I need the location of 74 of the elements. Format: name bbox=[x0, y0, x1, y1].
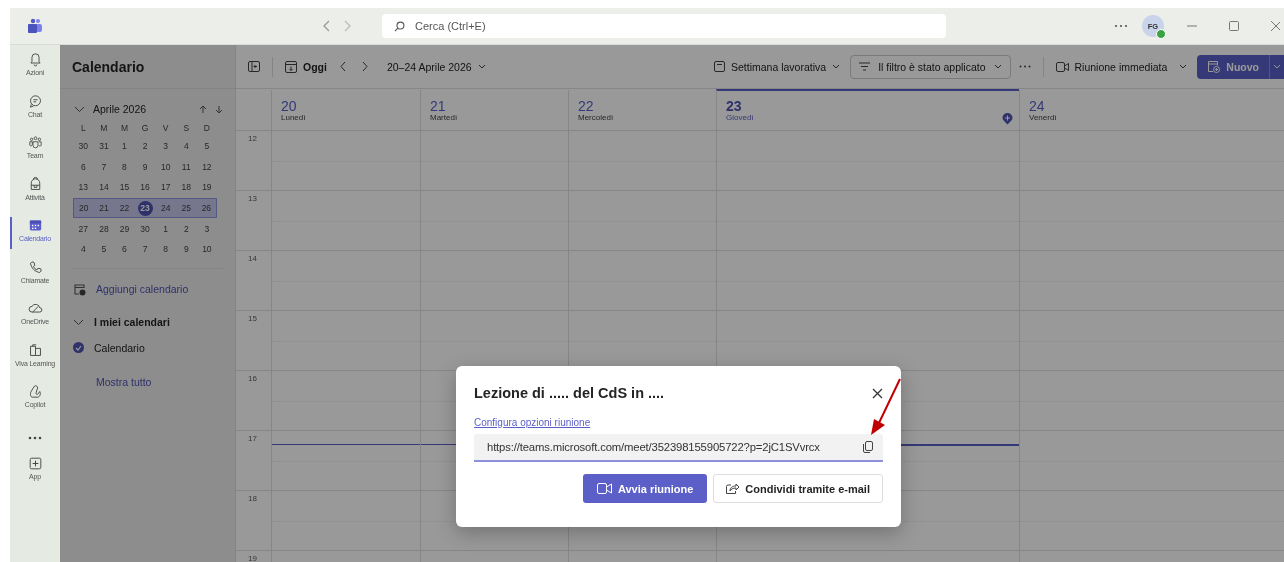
weekday-label: L bbox=[79, 122, 87, 135]
date-cell[interactable]: 3 bbox=[163, 141, 169, 152]
date-cell[interactable]: 28 bbox=[99, 223, 109, 234]
date-cell[interactable]: 1 bbox=[122, 141, 127, 152]
date-cell[interactable]: 7 bbox=[142, 244, 148, 255]
hour-label: 14 bbox=[236, 251, 271, 311]
filter-dropdown[interactable]: Il filtro è stato applicato bbox=[850, 54, 1011, 79]
weekday-label: V bbox=[161, 122, 170, 135]
date-cell[interactable]: 7 bbox=[101, 161, 107, 172]
date-cell[interactable]: 9 bbox=[183, 244, 189, 255]
hour-label: 18 bbox=[236, 491, 271, 551]
date-cell[interactable]: 4 bbox=[80, 244, 86, 255]
date-cell[interactable]: 10 bbox=[160, 161, 171, 172]
my-calendars-header[interactable]: I miei calendari bbox=[60, 301, 235, 334]
hour-label: 12 bbox=[236, 131, 271, 191]
date-cell[interactable]: 2 bbox=[183, 223, 189, 234]
date-range-dropdown[interactable]: 20–24 Aprile 2026 bbox=[386, 60, 486, 73]
sidebar-title: Calendario bbox=[60, 45, 235, 89]
date-cell[interactable]: 30 bbox=[140, 223, 150, 234]
date-cell[interactable]: 10 bbox=[202, 244, 212, 255]
weekday-label: M bbox=[99, 122, 109, 135]
date-cell[interactable]: 2 bbox=[142, 141, 148, 152]
weekday-label: D bbox=[202, 122, 211, 135]
show-all-link[interactable]: Mostra tutto bbox=[96, 375, 152, 388]
hour-label: 17 bbox=[236, 431, 271, 491]
date-cell[interactable]: 16 bbox=[140, 182, 150, 193]
date-cell[interactable]: 6 bbox=[80, 161, 86, 172]
date-cell[interactable]: 3 bbox=[204, 223, 210, 234]
hour-label: 15 bbox=[236, 311, 271, 371]
date-cell[interactable]: 13 bbox=[78, 182, 89, 193]
date-cell[interactable]: 8 bbox=[122, 161, 127, 172]
date-cell[interactable]: 23 bbox=[137, 200, 153, 216]
date-cell[interactable]: 27 bbox=[78, 223, 89, 234]
date-cell[interactable]: 1 bbox=[163, 223, 169, 234]
date-cell[interactable]: 5 bbox=[101, 244, 107, 255]
add-calendar-link[interactable]: Aggiungi calendario bbox=[60, 276, 235, 302]
month-label: Aprile 2026 bbox=[93, 103, 147, 115]
date-cell[interactable]: 31 bbox=[99, 141, 109, 152]
date-cell[interactable]: 4 bbox=[183, 141, 189, 152]
date-cell[interactable]: 14 bbox=[99, 182, 109, 193]
date-cell[interactable]: 30 bbox=[78, 141, 89, 152]
search-field[interactable]: Cerca (Ctrl+E) bbox=[382, 14, 946, 38]
hour-label: 16 bbox=[236, 371, 271, 431]
date-cell[interactable]: 17 bbox=[160, 182, 171, 193]
meet-now-button[interactable]: Riunione immediata bbox=[1055, 60, 1168, 73]
hour-label: 19 bbox=[236, 551, 271, 562]
meeting-options-link[interactable]: Configura opzioni riunione bbox=[474, 417, 591, 428]
day-header[interactable]: 22 Mercoledì bbox=[568, 89, 716, 131]
today-button[interactable]: Oggi bbox=[285, 60, 327, 73]
date-cell[interactable]: 6 bbox=[122, 244, 127, 255]
date-cell[interactable]: 19 bbox=[202, 182, 212, 193]
date-cell[interactable]: 11 bbox=[181, 161, 191, 172]
day-header[interactable]: 21 Martedì bbox=[420, 89, 568, 131]
view-dropdown[interactable]: Settimana lavorativa bbox=[714, 60, 841, 73]
date-cell[interactable]: 15 bbox=[119, 182, 130, 193]
date-cell[interactable]: 29 bbox=[119, 223, 130, 234]
weekday-label: G bbox=[140, 122, 150, 135]
day-header[interactable]: 20 Lunedì bbox=[271, 89, 420, 131]
day-header[interactable]: 24 Venerdì bbox=[1019, 89, 1284, 131]
date-cell[interactable]: 8 bbox=[163, 244, 169, 255]
hour-label: 13 bbox=[236, 191, 271, 251]
calendar-item[interactable]: Calendario bbox=[60, 333, 235, 362]
start-meeting-button[interactable]: Avvia riunione bbox=[582, 474, 708, 503]
date-cell[interactable]: 9 bbox=[142, 161, 148, 172]
dialog-title: Lezione di ..... del CdS in .... bbox=[474, 385, 665, 401]
date-cell[interactable]: 12 bbox=[202, 161, 212, 172]
weekday-label: S bbox=[182, 122, 191, 135]
share-email-button[interactable]: Condividi tramite e-mail bbox=[713, 474, 883, 503]
new-meeting-button[interactable]: Nuovo bbox=[1197, 54, 1269, 79]
date-cell[interactable]: 18 bbox=[181, 182, 191, 193]
date-cell[interactable]: 5 bbox=[204, 141, 210, 152]
day-header[interactable]: 23 Giovedì bbox=[716, 89, 1019, 131]
meeting-link-field[interactable]: https://teams.microsoft.com/meet/352398155905722?p=2jC1SVvrcx bbox=[474, 434, 883, 462]
weekday-label: M bbox=[119, 122, 130, 135]
